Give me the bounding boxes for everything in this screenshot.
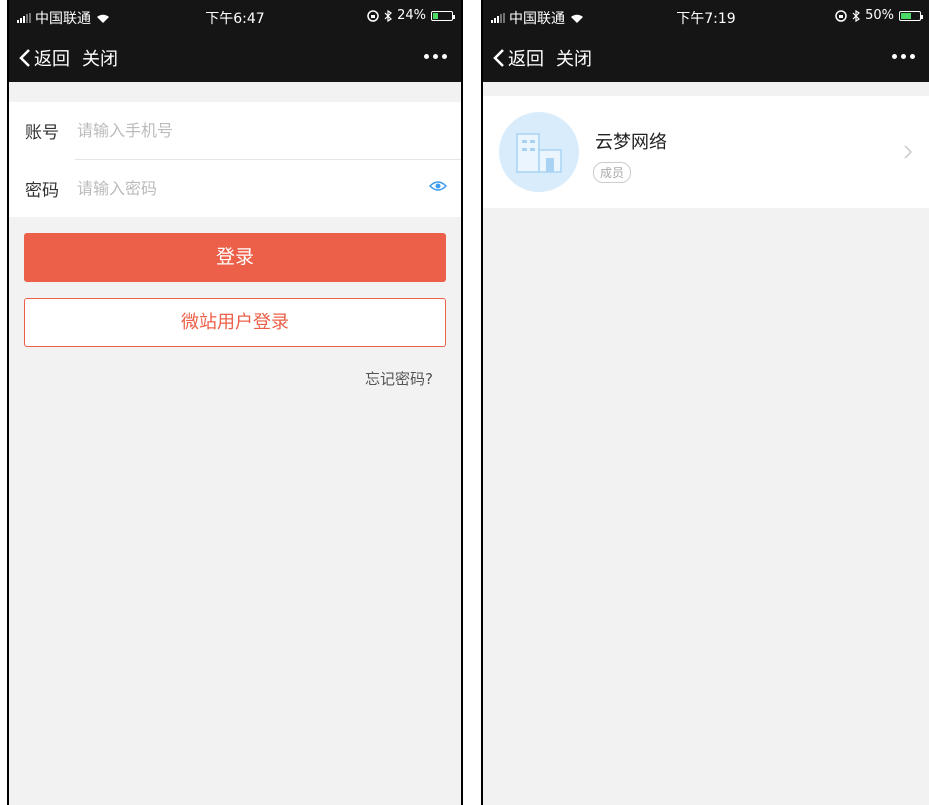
back-label: 返回 [508,49,544,70]
login-form: 账号 密码 [9,102,461,217]
password-label: 密码 [25,181,59,201]
more-icon[interactable] [424,54,447,59]
nav-bar: 返回 关闭 [9,32,461,82]
bluetooth-icon [384,9,393,22]
password-input[interactable] [75,178,379,199]
nav-bar: 返回 关闭 [483,32,929,82]
chevron-right-icon [904,145,913,159]
forgot-password-link[interactable]: 忘记密码? [365,368,433,389]
more-icon[interactable] [892,54,915,59]
chevron-left-icon [493,49,504,67]
org-list-item[interactable]: 云梦网络 成员 [483,96,929,208]
org-avatar [499,112,579,192]
orientation-lock-icon [367,9,379,22]
account-input[interactable] [75,120,379,141]
org-name: 云梦网络 [595,132,667,153]
password-row: 密码 [25,159,461,217]
close-button[interactable]: 关闭 [556,45,592,71]
eye-icon[interactable] [429,180,447,192]
login-screen: 中国联通 下午6:47 24% 返回 关闭 账号 密码 登录 微站用户登录 忘 [7,0,463,805]
status-bar: 中国联通 下午7:19 50% [483,0,929,32]
account-label: 账号 [25,123,59,143]
battery-icon [899,10,923,21]
battery-icon [431,10,455,21]
login-button[interactable]: 登录 [24,233,446,282]
back-label: 返回 [34,49,70,70]
battery-percent: 24% [397,8,426,23]
org-screen: 中国联通 下午7:19 50% 返回 关闭 云梦网络 成员 [481,0,929,805]
status-right: 50% [835,8,923,23]
account-row: 账号 [9,102,461,159]
bluetooth-icon [852,9,861,22]
back-button[interactable]: 返回 关闭 [19,45,118,71]
orientation-lock-icon [835,9,847,22]
battery-percent: 50% [865,8,894,23]
chevron-left-icon [19,49,30,67]
role-badge: 成员 [593,162,632,183]
building-icon [516,133,562,173]
status-bar: 中国联通 下午6:47 24% [9,0,461,32]
back-button[interactable]: 返回 关闭 [493,45,592,71]
weizhan-login-button[interactable]: 微站用户登录 [24,298,446,347]
close-button[interactable]: 关闭 [82,45,118,71]
status-right: 24% [367,8,455,23]
